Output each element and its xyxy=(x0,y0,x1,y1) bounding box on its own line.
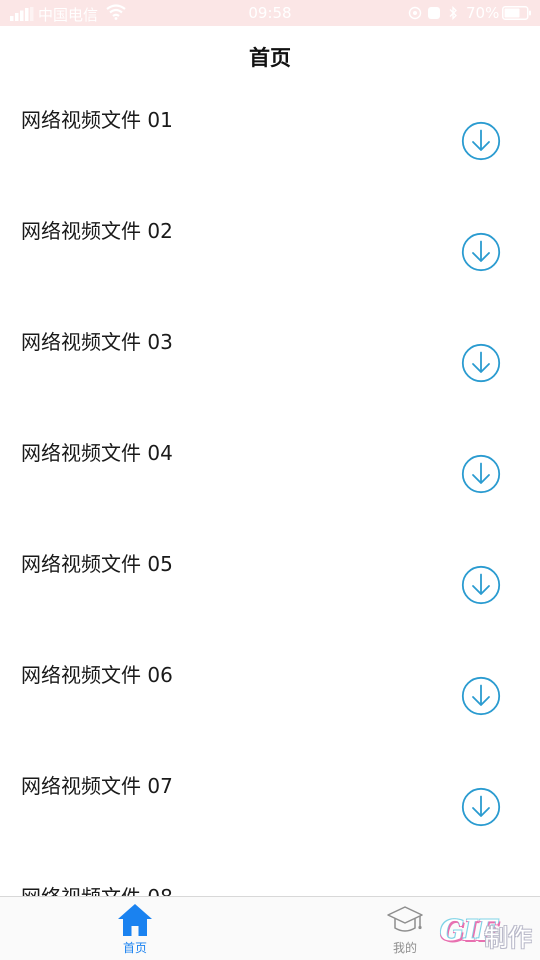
graduation-cap-icon xyxy=(387,906,423,932)
download-icon[interactable] xyxy=(461,121,501,161)
download-icon[interactable] xyxy=(461,787,501,827)
alarm-icon xyxy=(428,7,440,19)
download-icon[interactable] xyxy=(461,676,501,716)
navigation-bar: 首页 xyxy=(0,26,540,86)
tab-home[interactable]: 首页 xyxy=(75,897,195,960)
list-item[interactable]: 网络视频文件 08 xyxy=(0,863,540,896)
video-file-title: 网络视频文件 08 xyxy=(21,881,173,896)
bluetooth-icon xyxy=(449,6,457,20)
video-file-title: 网络视频文件 01 xyxy=(21,108,173,132)
page-title: 首页 xyxy=(249,46,291,70)
gif-watermark: GIF 制作 xyxy=(436,912,536,956)
download-icon[interactable] xyxy=(461,343,501,383)
video-file-title: 网络视频文件 07 xyxy=(21,774,173,798)
download-icon[interactable] xyxy=(461,232,501,272)
battery-percentage: 70% xyxy=(466,4,500,22)
download-icon[interactable] xyxy=(461,454,501,494)
list-item[interactable]: 网络视频文件 06 xyxy=(0,641,540,752)
video-file-title: 网络视频文件 04 xyxy=(21,441,173,465)
list-item[interactable]: 网络视频文件 04 xyxy=(0,419,540,530)
list-item[interactable]: 网络视频文件 05 xyxy=(0,530,540,641)
video-file-list[interactable]: 网络视频文件 01 网络视频文件 02 网络视频文件 03 网络视频文件 04 xyxy=(0,86,540,896)
tab-label: 首页 xyxy=(122,941,147,955)
video-file-title: 网络视频文件 06 xyxy=(21,663,173,687)
watermark-text: 制作 xyxy=(484,924,532,952)
video-file-title: 网络视频文件 02 xyxy=(21,219,173,243)
video-file-title: 网络视频文件 05 xyxy=(21,552,173,576)
system-status-icons xyxy=(408,6,457,20)
location-icon xyxy=(408,6,422,20)
video-file-title: 网络视频文件 03 xyxy=(21,330,173,354)
list-item[interactable]: 网络视频文件 02 xyxy=(0,197,540,308)
status-bar: 中国电信 09:58 70% xyxy=(0,0,540,26)
download-icon[interactable] xyxy=(461,565,501,605)
list-item[interactable]: 网络视频文件 07 xyxy=(0,752,540,863)
battery-icon xyxy=(502,6,531,20)
list-item[interactable]: 网络视频文件 01 xyxy=(0,86,540,197)
home-icon xyxy=(118,904,152,936)
list-item[interactable]: 网络视频文件 03 xyxy=(0,308,540,419)
